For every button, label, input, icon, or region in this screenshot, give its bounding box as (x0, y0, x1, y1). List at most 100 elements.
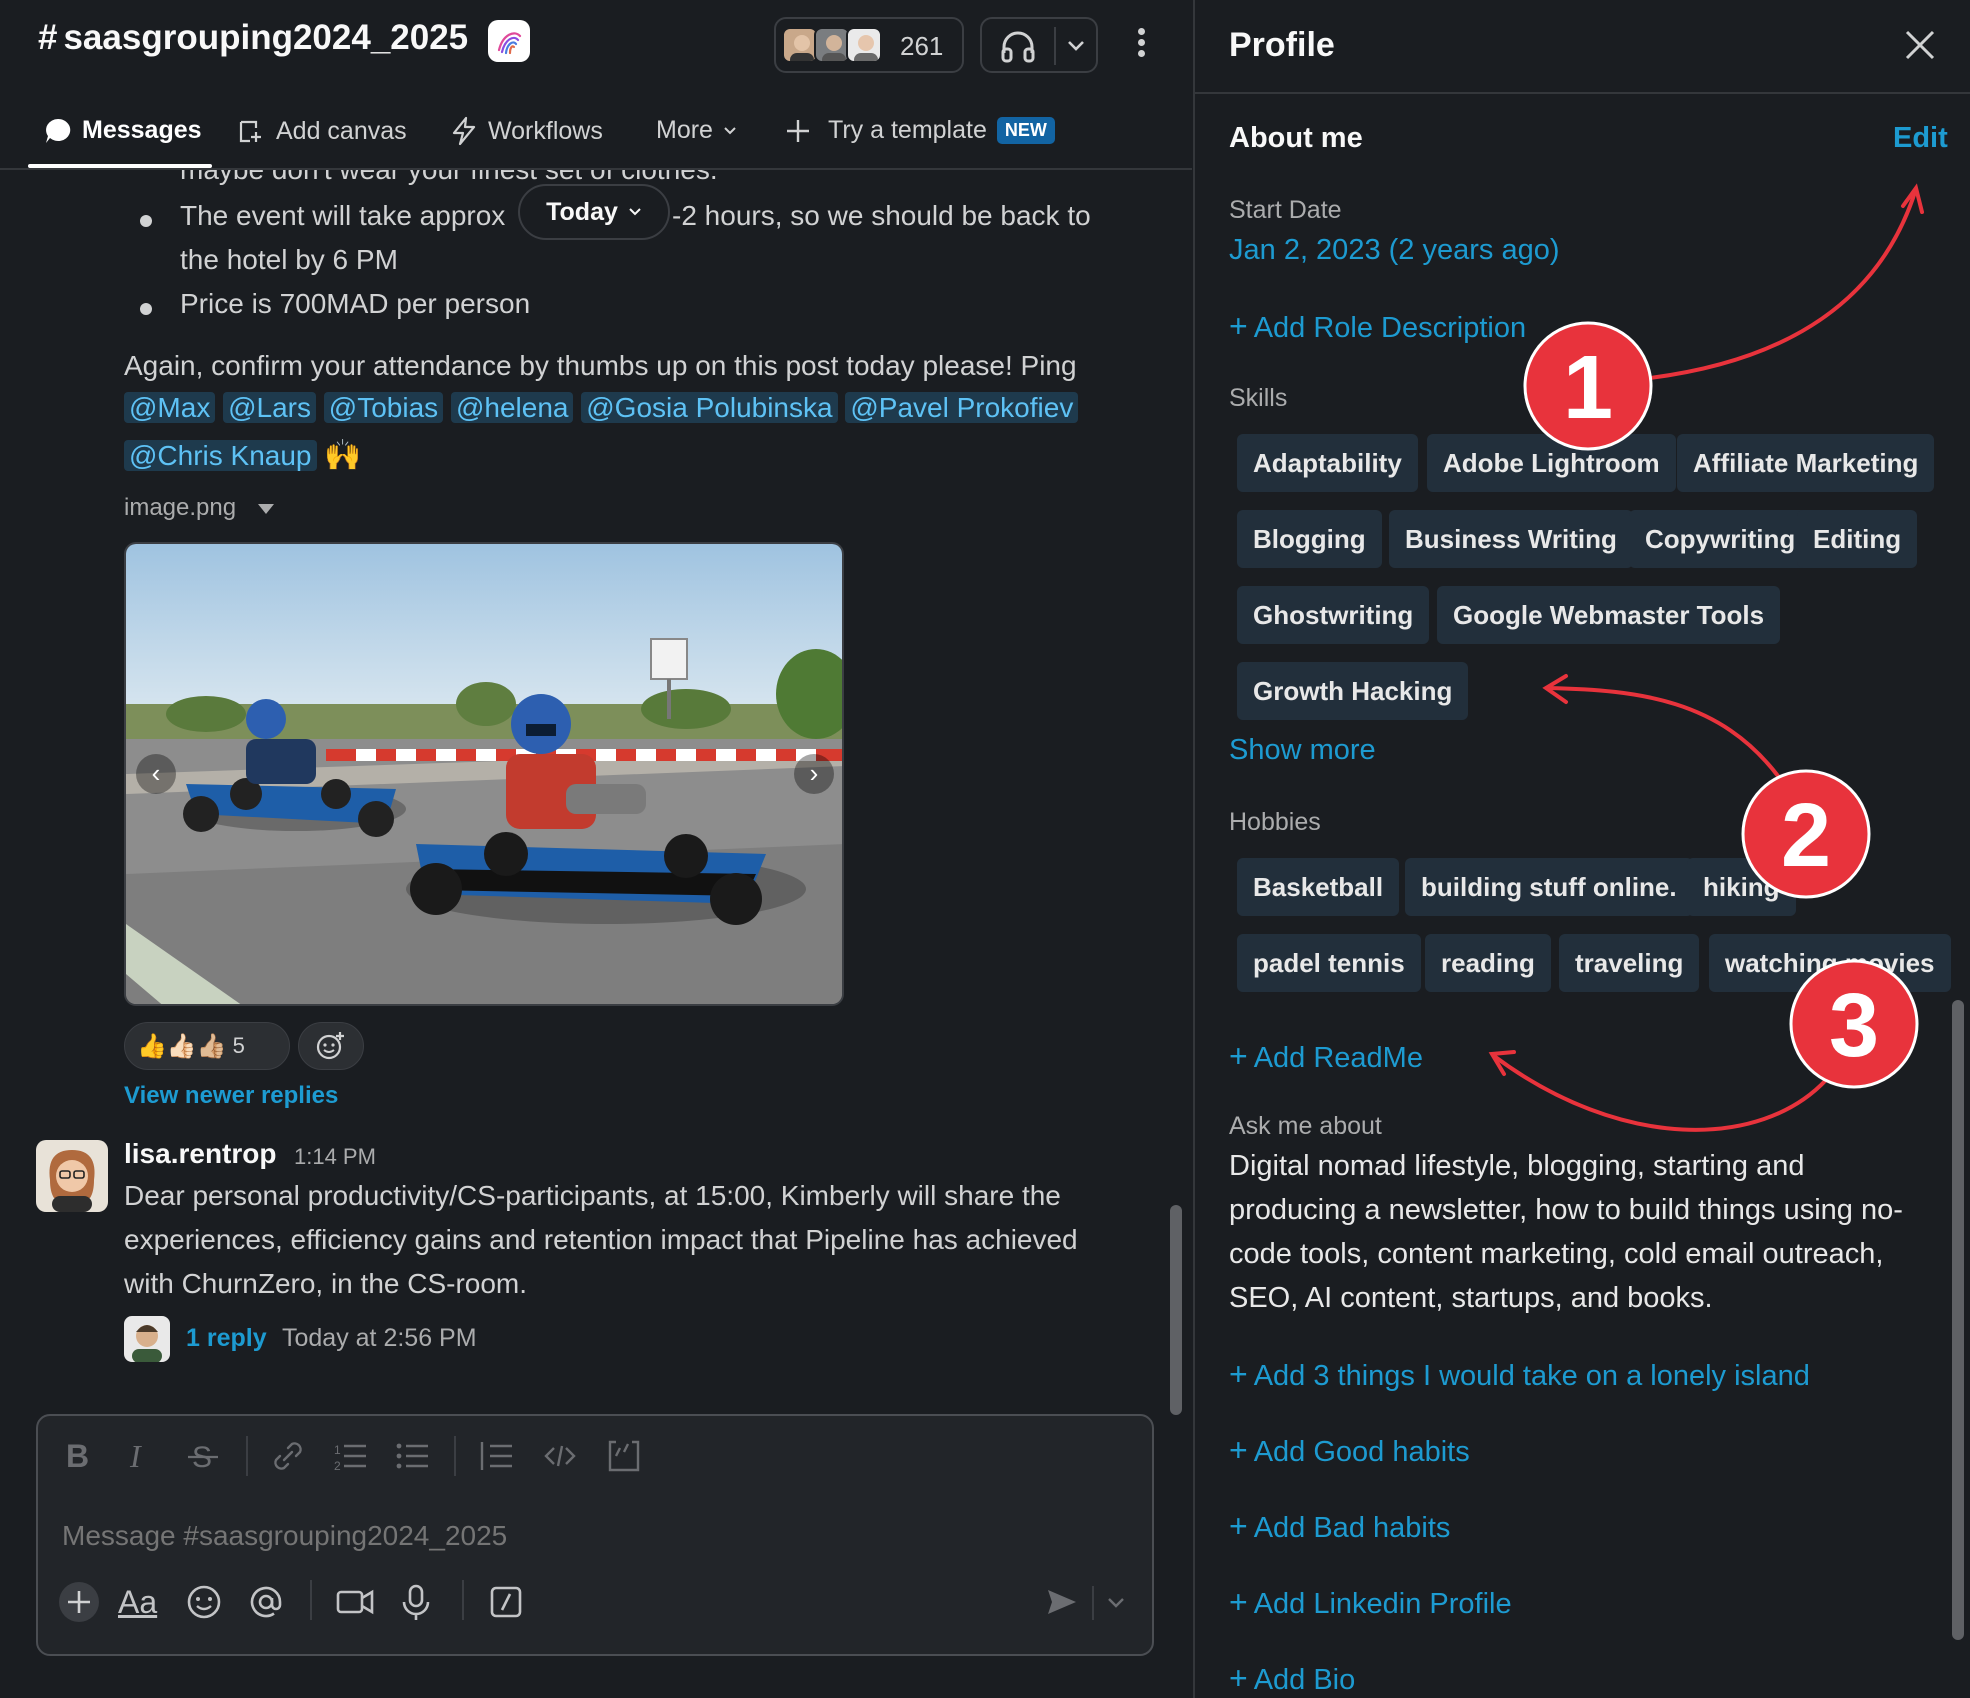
formatting-toggle[interactable]: Aa (118, 1578, 157, 1626)
canvas-icon (239, 120, 261, 143)
skill-chip[interactable]: Blogging (1237, 510, 1382, 568)
video-icon[interactable] (334, 1578, 378, 1626)
link-label: Add Role Description (1253, 312, 1527, 344)
add-good-habits-link[interactable]: + Add Good habits (1229, 1432, 1470, 1469)
date-divider-pill[interactable]: Today (518, 184, 670, 240)
mention-link[interactable]: @Tobias (323, 392, 444, 423)
hobby-chip[interactable]: traveling (1559, 934, 1700, 992)
hobby-chip[interactable]: Basketball (1237, 858, 1400, 916)
hobby-chip[interactable]: reading (1425, 934, 1551, 992)
link-label: Add 3 things I would take on a lonely is… (1253, 1360, 1810, 1392)
mention-link[interactable]: @Gosia Polubinska (581, 392, 838, 423)
chevron-down-icon[interactable] (1066, 39, 1086, 53)
mention-link[interactable]: @Chris Knaup (124, 440, 317, 471)
send-icon[interactable] (1042, 1578, 1082, 1626)
message-input[interactable] (62, 1514, 1122, 1558)
lightning-icon (452, 116, 476, 146)
hobby-chip[interactable]: padel tennis (1237, 934, 1421, 992)
link-label: Add Bad habits (1253, 1512, 1451, 1544)
message-author[interactable]: lisa.rentrop (124, 1138, 276, 1170)
hobby-chip[interactable]: hiking (1687, 858, 1796, 916)
scrollbar[interactable] (1952, 1000, 1964, 1640)
mention-link[interactable]: @Pavel Prokofiev (845, 392, 1079, 423)
chevron-down-icon[interactable] (1104, 1578, 1128, 1626)
huddle-button[interactable] (980, 17, 1098, 73)
microphone-icon[interactable] (396, 1578, 436, 1626)
carousel-prev-button[interactable]: ‹ (136, 754, 176, 794)
mention-icon[interactable] (246, 1578, 286, 1626)
go-kart-photo[interactable]: ‹ › (124, 542, 844, 1006)
italic-icon[interactable]: I (124, 1436, 154, 1476)
active-tab-indicator (28, 164, 212, 168)
scrollbar[interactable] (1170, 1205, 1182, 1415)
plus-icon[interactable] (56, 1578, 102, 1626)
close-icon[interactable] (1903, 28, 1937, 62)
tab-add-canvas[interactable]: Add canvas (236, 116, 407, 146)
tab-more[interactable]: More (656, 116, 737, 145)
link-icon[interactable] (270, 1436, 306, 1476)
avatar[interactable] (36, 1140, 108, 1212)
start-date-value[interactable]: Jan 2, 2023 (2 years ago) (1229, 234, 1559, 267)
skill-chip[interactable]: Business Writing (1389, 510, 1633, 568)
hobby-chip[interactable]: building stuff online. (1405, 858, 1693, 916)
skill-chip[interactable]: Copywriting (1629, 510, 1812, 568)
skill-chip[interactable]: Adobe Lightroom (1427, 434, 1676, 492)
message-text: Price is 700MAD per person (180, 288, 531, 319)
edit-button[interactable]: Edit (1893, 122, 1948, 155)
message-timestamp[interactable]: 1:14 PM (294, 1144, 376, 1170)
skill-chip[interactable]: Adaptability (1237, 434, 1418, 492)
code-icon[interactable] (542, 1436, 578, 1476)
add-readme-link[interactable]: + Add ReadMe (1229, 1038, 1423, 1075)
mention-link[interactable]: @helena (450, 392, 574, 423)
ask-me-about-text: producing a newsletter, how to build thi… (1229, 1194, 1903, 1226)
emoji-icon[interactable] (184, 1578, 224, 1626)
code-block-icon[interactable] (606, 1436, 642, 1476)
profile-header: Profile (1195, 0, 1970, 94)
add-bad-habits-link[interactable]: + Add Bad habits (1229, 1508, 1450, 1545)
message-text: Dear personal productivity/CS-participan… (124, 1180, 1061, 1211)
ask-me-about-text: SEO, AI content, startups, and books. (1229, 1282, 1713, 1314)
mention-link[interactable]: @Max (124, 392, 216, 423)
bold-icon[interactable]: B (62, 1436, 92, 1476)
add-bio-link[interactable]: + Add Bio (1229, 1660, 1355, 1697)
skill-chip[interactable]: Editing (1797, 510, 1918, 568)
caret-down-icon (257, 504, 274, 514)
skill-chip[interactable]: Growth Hacking (1237, 662, 1469, 720)
plus-icon: + (1229, 1508, 1248, 1544)
add-reaction-button[interactable] (298, 1022, 364, 1070)
mention-row: @Chris Knaup 🙌 (124, 438, 362, 473)
mention-link[interactable]: @Lars (223, 392, 317, 423)
shortcuts-icon[interactable] (486, 1578, 526, 1626)
skill-chip[interactable]: Google Webmaster Tools (1437, 586, 1781, 644)
channel-title[interactable]: # saasgrouping2024_2025 (38, 18, 468, 58)
message-bubble-icon (46, 118, 71, 143)
add-role-description-link[interactable]: + Add Role Description (1229, 308, 1526, 345)
bullet (140, 303, 152, 315)
members-button[interactable]: 261 (774, 17, 964, 73)
bulleted-list-icon[interactable] (394, 1436, 430, 1476)
channel-header: # saasgrouping2024_2025 261 (0, 0, 1192, 90)
plus-icon (787, 119, 809, 142)
strikethrough-icon[interactable]: S (186, 1436, 220, 1476)
tab-workflows[interactable]: Workflows (450, 116, 603, 146)
file-name[interactable]: image.png (124, 494, 275, 522)
channel-tabs: Messages Add canvas Workflows More Try a… (0, 100, 1192, 170)
thread-replies-link[interactable]: 1 reply (186, 1324, 267, 1353)
skill-chip[interactable]: Affiliate Marketing (1677, 434, 1935, 492)
add-linkedin-link[interactable]: + Add Linkedin Profile (1229, 1584, 1512, 1621)
hobby-chip[interactable]: watching movies (1709, 934, 1951, 992)
blockquote-icon[interactable] (478, 1436, 514, 1476)
ordered-list-icon[interactable]: 12 (332, 1436, 368, 1476)
show-more-link[interactable]: Show more (1229, 734, 1376, 767)
view-newer-replies-link[interactable]: View newer replies (124, 1082, 338, 1110)
more-options-icon[interactable] (1128, 24, 1154, 68)
skill-chip[interactable]: Ghostwriting (1237, 586, 1430, 644)
profile-pane: Profile About me Edit Start Date Jan 2, … (1193, 0, 1970, 1698)
message-list[interactable]: maybe don't wear your finest set of clot… (0, 170, 1192, 1400)
thumbs-up-reaction[interactable]: 👍👍🏻👍🏼 5 (124, 1022, 290, 1070)
ask-me-about-text: Digital nomad lifestyle, blogging, start… (1229, 1150, 1805, 1182)
add-lonely-island-link[interactable]: + Add 3 things I would take on a lonely i… (1229, 1356, 1810, 1393)
tab-try-template[interactable]: Try a template NEW (784, 116, 1055, 145)
carousel-next-button[interactable]: › (794, 754, 834, 794)
tab-messages[interactable]: Messages (44, 116, 202, 145)
